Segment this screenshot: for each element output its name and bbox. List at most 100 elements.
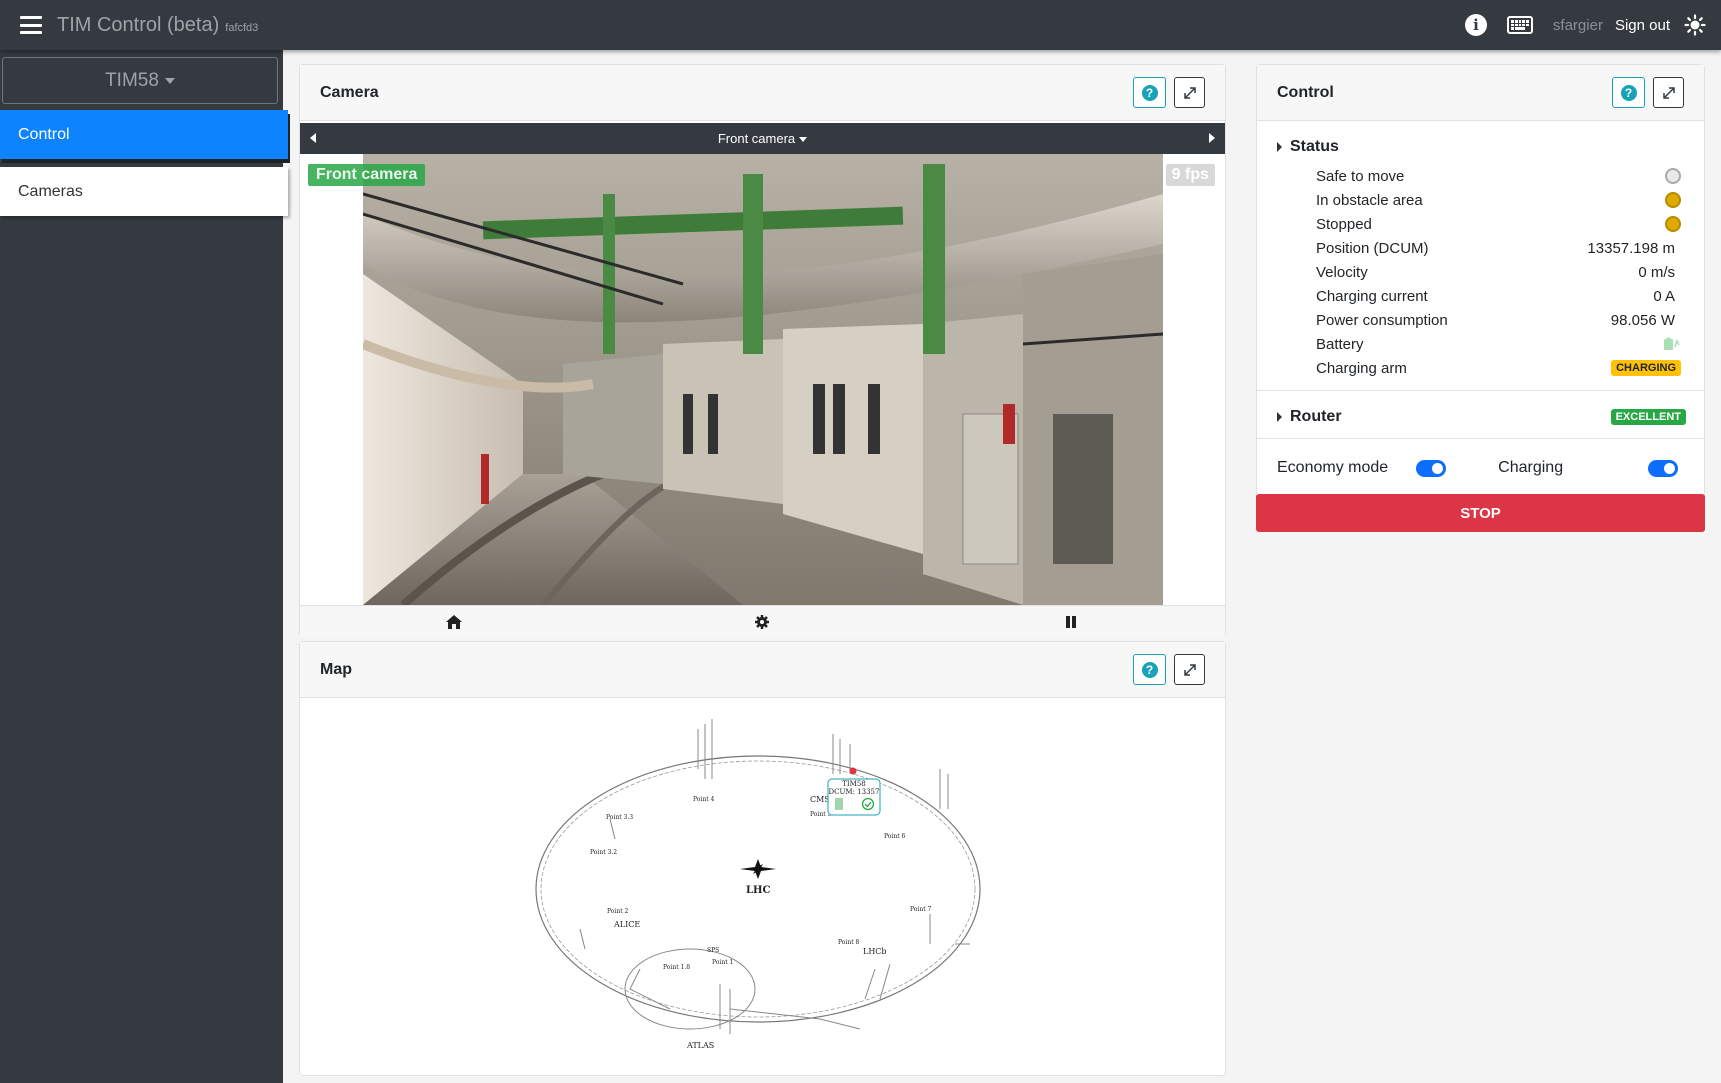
next-camera-icon[interactable] [1209, 133, 1215, 143]
map-card: Map ? LHC Point 4 Point 3.3 Point 3.2 Po… [299, 641, 1226, 1076]
lhc-map-svg: LHC Point 4 Point 3.3 Point 3.2 Point 2 … [535, 719, 981, 1050]
map-label-point4: Point 4 [693, 796, 715, 803]
status-row-label: Velocity [1316, 263, 1368, 281]
camera-card-title: Camera [320, 83, 379, 101]
map-label-lhc: LHC [746, 885, 770, 896]
caret-right-icon [1277, 142, 1282, 152]
sidebar: TIM58 Control Cameras [0, 50, 288, 1083]
expand-icon [1662, 86, 1675, 99]
map-label-point7: Point 7 [910, 906, 932, 913]
pause-button[interactable] [917, 606, 1225, 637]
app-title-text: TIM Control (beta) [57, 13, 220, 36]
question-icon: ? [1141, 661, 1158, 678]
commit-hash: fafcfd3 [225, 21, 259, 34]
control-help-button[interactable]: ? [1612, 77, 1645, 108]
power-value: 98.056 W [1610, 311, 1675, 329]
camera-settings-button[interactable] [608, 606, 916, 637]
control-expand-button[interactable] [1653, 77, 1684, 108]
sidebar-item-control[interactable]: Control [0, 110, 288, 159]
charging-switch[interactable] [1648, 459, 1679, 477]
status-row-safe-to-move: Safe to move [1316, 164, 1681, 188]
caret-right-icon [1277, 412, 1282, 422]
economy-mode-label: Economy mode [1277, 459, 1389, 476]
vehicle-marker[interactable] [849, 767, 857, 775]
tunnel-image [363, 154, 1163, 605]
status-row-obstacle-area: In obstacle area [1316, 188, 1681, 212]
control-card: Control ? Status Safe to move In obstacl… [1256, 64, 1705, 532]
control-card-header: Control ? [1257, 65, 1704, 121]
map-card-title: Map [320, 660, 352, 678]
camera-overlay-label: Front camera [308, 164, 426, 186]
status-row-battery: Battery [1316, 332, 1681, 356]
camera-help-button[interactable]: ? [1133, 77, 1166, 108]
vehicle-tooltip-dcum: DCUM: 13357 [829, 788, 880, 796]
map-help-button[interactable]: ? [1133, 654, 1166, 685]
position-value: 13357.198 m [1587, 239, 1675, 257]
map-label-point1: Point 1 [712, 959, 733, 966]
economy-mode-switch[interactable] [1416, 459, 1447, 477]
router-section-title: Router [1290, 408, 1342, 425]
lhc-map[interactable]: LHC Point 4 Point 3.3 Point 3.2 Point 2 … [300, 699, 1225, 1075]
previous-camera-icon[interactable] [310, 133, 316, 143]
sidebar-item-label: Control [18, 125, 70, 143]
keyboard-icon[interactable] [1506, 16, 1533, 34]
question-icon: ? [1620, 84, 1637, 101]
divider [1257, 390, 1704, 391]
status-row-charging-current: Charging current 0 A [1316, 284, 1681, 308]
expand-icon [1183, 86, 1196, 99]
control-card-title: Control [1277, 83, 1334, 101]
divider [1257, 438, 1704, 439]
map-label-point18: Point 1.8 [663, 964, 690, 971]
sun-icon[interactable] [1684, 14, 1706, 36]
vehicle-tooltip-name: TIM58 [842, 780, 866, 788]
status-row-velocity: Velocity 0 m/s [1316, 260, 1681, 284]
fps-indicator: 9 fps [1165, 164, 1215, 186]
app-title: TIM Control (beta) fafcfd3 [57, 14, 258, 37]
status-row-label: Charging arm [1316, 359, 1407, 377]
camera-view: Front camera 9 fps [300, 154, 1225, 605]
sign-out-link[interactable]: Sign out [1615, 17, 1670, 34]
status-row-charging-arm: Charging arm CHARGING [1316, 356, 1681, 380]
status-row-label: Stopped [1316, 215, 1372, 233]
map-label-sps: SPS [707, 947, 719, 954]
map-label-lhcb: LHCb [863, 947, 887, 956]
camera-selector[interactable]: Front camera [718, 131, 808, 146]
velocity-value: 0 m/s [1638, 263, 1675, 281]
gear-icon [755, 614, 770, 629]
vehicle-select[interactable]: TIM58 [2, 57, 278, 104]
status-row-stopped: Stopped [1316, 212, 1681, 236]
vehicle-select-label: TIM58 [105, 69, 159, 91]
menu-icon[interactable] [20, 16, 42, 34]
camera-card-header: Camera ? [300, 65, 1225, 121]
sidebar-item-cameras[interactable]: Cameras [0, 167, 288, 216]
camera-footer [300, 605, 1225, 637]
map-expand-button[interactable] [1174, 654, 1205, 685]
status-row-label: Battery [1316, 335, 1364, 353]
status-section-title: Status [1290, 138, 1339, 155]
charging-arm-badge: CHARGING [1611, 360, 1681, 376]
status-row-label: Safe to move [1316, 167, 1405, 185]
vehicle-tooltip: TIM58 DCUM: 13357 [827, 778, 881, 816]
status-section-toggle[interactable]: Status [1277, 138, 1339, 156]
map-label-point33: Point 3.3 [606, 814, 633, 821]
router-status-badge: EXCELLENT [1610, 409, 1686, 425]
home-button[interactable] [300, 606, 608, 637]
chevron-down-icon [799, 137, 808, 143]
camera-expand-button[interactable] [1174, 77, 1205, 108]
obstacle-area-indicator [1665, 192, 1681, 208]
camera-card: Camera ? Front camera Front camera 9 fps [299, 64, 1226, 637]
charging-current-value: 0 A [1653, 287, 1675, 305]
map-card-header: Map ? [300, 642, 1225, 698]
camera-feed [363, 154, 1163, 605]
username: sfargier [1552, 16, 1603, 34]
battery-charging-icon [1664, 337, 1680, 350]
map-label-point2: Point 2 [607, 908, 629, 915]
router-section-toggle[interactable]: Router EXCELLENT [1277, 408, 1686, 426]
stop-button[interactable]: STOP [1256, 494, 1705, 532]
info-icon[interactable]: i [1464, 14, 1487, 36]
status-row-label: Position (DCUM) [1316, 239, 1429, 257]
safe-to-move-indicator [1665, 168, 1681, 184]
expand-icon [1183, 663, 1196, 676]
charging-label: Charging [1498, 459, 1564, 476]
status-row-power: Power consumption 98.056 W [1316, 308, 1681, 332]
